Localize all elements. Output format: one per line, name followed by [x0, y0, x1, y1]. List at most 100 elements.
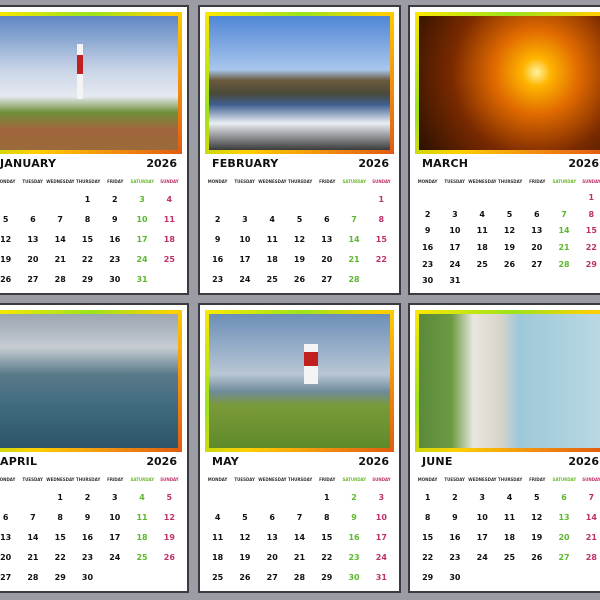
day-cell: 6	[30, 214, 36, 224]
weekday-label: FRIDAY	[107, 476, 124, 482]
month-grid: MONDAY TUESDAYWEDNESDAYTHURSDAY FRIDAY SATU…	[414, 173, 600, 289]
day-cell: 3	[378, 492, 385, 502]
week-row: 6 7 8 9 10 11 12	[0, 507, 183, 527]
weeks: 1 2 3 4 5 6 7 8 9 10 11 12 13 14 15 16 17 18 19 20 21 22 23 24 2…	[414, 189, 600, 289]
day-cell: 15	[375, 234, 387, 244]
lighthouse-photo	[209, 16, 390, 150]
day-cell: 13	[27, 234, 39, 244]
day-cell: 23	[212, 274, 224, 284]
day-cell: 24	[136, 254, 148, 264]
day-cell: 21	[293, 552, 306, 562]
weekday-label: THURSDAY	[498, 476, 523, 482]
cliff-lighthouse-photo	[419, 314, 600, 448]
day-cell: 31	[375, 572, 387, 582]
day-cell: 25	[163, 254, 175, 264]
day-cell: 14	[293, 532, 306, 542]
photo-frame	[205, 12, 394, 154]
week-row: 5 6 7 8 9 10 11	[0, 209, 183, 229]
day-cell: 18	[136, 532, 148, 542]
weekday-label: TUESDAY	[234, 476, 255, 482]
day-cell: 3	[479, 492, 485, 502]
month-grid: MONDAY TUESDAYWEDNESDAYTHURSDAY FRIDAY SATU…	[414, 471, 600, 587]
day-cell: 27	[0, 572, 12, 582]
day-cell: 10	[136, 214, 148, 224]
day-cell: 29	[81, 274, 94, 284]
day-cell: 25	[212, 572, 224, 582]
day-cell: 27	[558, 552, 570, 562]
month-title: JANUARY	[0, 157, 57, 170]
day-cell: 6	[533, 209, 540, 219]
day-cell: 20	[531, 242, 543, 252]
day-cell: 24	[239, 274, 251, 284]
day-cell: 14	[348, 234, 360, 244]
day-cell: 1	[84, 194, 91, 204]
weekday-label: MONDAY	[0, 178, 16, 184]
day-cell: 4	[506, 492, 513, 502]
day-cell: 17	[109, 532, 121, 542]
day-cell: 19	[293, 254, 306, 264]
day-cell: 11	[136, 512, 148, 522]
day-cell: 19	[0, 254, 12, 264]
week-row: 1 2 3	[204, 487, 395, 507]
month-title: JUNE	[422, 455, 453, 468]
day-cell: 13	[531, 226, 543, 236]
day-cell: 19	[531, 532, 543, 542]
day-cell: 4	[214, 512, 221, 522]
day-cell: 26	[163, 552, 175, 562]
month-title: MAY	[212, 455, 239, 468]
day-cell: 13	[0, 532, 12, 542]
day-cell: 20	[0, 552, 12, 562]
day-cell: 4	[479, 209, 485, 219]
year-label: 2026	[568, 157, 599, 170]
day-cell: 11	[476, 226, 488, 236]
week-row: 1 2 3 4 5	[0, 487, 183, 507]
weekday-label: SUNDAY	[160, 178, 179, 184]
weekday-label: WEDNESDAY	[258, 178, 287, 184]
day-cell: 4	[139, 492, 145, 502]
day-cell: 1	[424, 492, 431, 502]
weekday-label: SATURDAY	[552, 178, 577, 184]
day-cell: 3	[139, 194, 145, 204]
weekday-label: SATURDAY	[342, 476, 367, 482]
day-cell: 14	[27, 532, 39, 542]
day-cell: 8	[424, 512, 431, 522]
day-cell: 6	[561, 492, 567, 502]
week-row: 2 3 4 5 6 7 8	[204, 209, 395, 229]
weekday-label: TUESDAY	[22, 178, 43, 184]
weekday-label: FRIDAY	[319, 178, 336, 184]
lighthouse-photo	[209, 314, 390, 448]
day-cell: 21	[54, 254, 66, 264]
day-cell: 16	[212, 254, 224, 264]
day-cell: 12	[163, 512, 175, 522]
day-cell: 27	[321, 274, 333, 284]
day-cell: 18	[476, 242, 488, 252]
weekday-label: MONDAY	[207, 178, 228, 184]
day-cell: 22	[81, 254, 94, 264]
day-cell: 7	[351, 214, 357, 224]
day-cell: 9	[214, 234, 221, 244]
week-row: 12 13 14 15 16 17 18	[0, 229, 183, 249]
weekday-label: WEDNESDAY	[258, 476, 287, 482]
day-cell: 26	[0, 274, 12, 284]
weekday-header: MONDAY TUESDAYWEDNESDAYTHURSDAY FRIDAY SATU…	[414, 173, 600, 189]
day-cell: 30	[109, 274, 121, 284]
day-cell: 25	[136, 552, 148, 562]
photo-frame	[415, 12, 600, 154]
day-cell: 23	[109, 254, 121, 264]
week-row: 13 14 15 16 17 18 19	[0, 527, 183, 547]
day-cell: 27	[27, 274, 39, 284]
month-title: FEBRUARY	[212, 157, 279, 170]
weeks: 1 2 3 4 5 6 7 8 9 10 11 12 13 14 15 16 17 18 19 20 21 22 23 24 2…	[204, 487, 395, 587]
photo-frame	[205, 310, 394, 452]
day-cell: 5	[166, 492, 173, 502]
day-cell: 10	[449, 226, 461, 236]
day-cell: 21	[558, 242, 570, 252]
day-cell: 22	[54, 552, 66, 562]
day-cell: 22	[321, 552, 333, 562]
day-cell: 15	[422, 532, 434, 542]
day-cell: 19	[239, 552, 251, 562]
week-row: 26 27 28 29 30 31	[0, 269, 183, 289]
day-cell: 5	[533, 492, 540, 502]
day-cell: 5	[506, 209, 513, 219]
day-cell: 14	[585, 512, 597, 522]
